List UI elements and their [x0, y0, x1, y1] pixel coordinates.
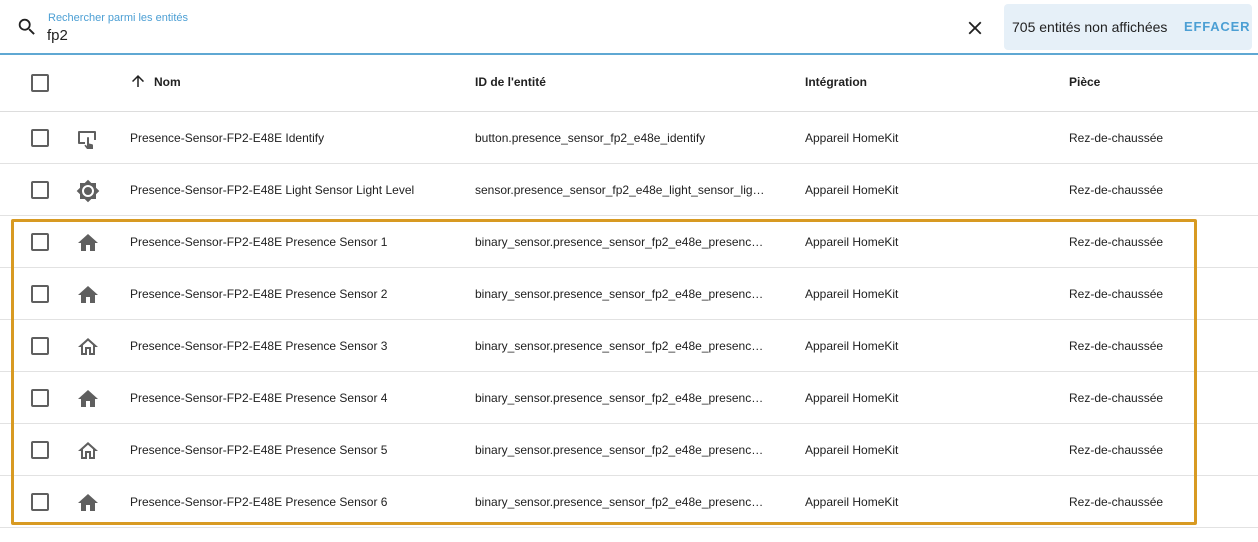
entity-room: Rez-de-chaussée [1069, 131, 1164, 145]
search-bar: Rechercher parmi les entités 705 entités… [0, 0, 1258, 55]
home-filled-icon [76, 491, 100, 515]
entities-page: Rechercher parmi les entités 705 entités… [0, 0, 1258, 542]
table-row[interactable]: Presence-Sensor-FP2-E48E Presence Sensor… [0, 372, 1258, 424]
entity-room: Rez-de-chaussée [1069, 391, 1164, 405]
entity-integration: Appareil HomeKit [805, 287, 899, 301]
clear-filters-button[interactable]: EFFACER [1184, 19, 1250, 34]
entity-id: binary_sensor.presence_sensor_fp2_e48e_p… [475, 391, 764, 405]
entity-id: binary_sensor.presence_sensor_fp2_e48e_p… [475, 339, 764, 353]
entity-name: Presence-Sensor-FP2-E48E Presence Sensor… [130, 495, 388, 509]
row-checkbox[interactable] [31, 181, 49, 199]
column-header-room[interactable]: Pièce [1069, 75, 1100, 89]
entity-name: Presence-Sensor-FP2-E48E Presence Sensor… [130, 235, 388, 249]
row-checkbox[interactable] [31, 233, 49, 251]
entity-room: Rez-de-chaussée [1069, 443, 1164, 457]
entity-room: Rez-de-chaussée [1069, 339, 1164, 353]
entity-room: Rez-de-chaussée [1069, 495, 1164, 509]
entity-name: Presence-Sensor-FP2-E48E Presence Sensor… [130, 391, 388, 405]
entity-id: button.presence_sensor_fp2_e48e_identify [475, 131, 706, 145]
entity-id: binary_sensor.presence_sensor_fp2_e48e_p… [475, 495, 764, 509]
entity-room: Rez-de-chaussée [1069, 287, 1164, 301]
entity-id: sensor.presence_sensor_fp2_e48e_light_se… [475, 183, 765, 197]
table-header: Nom ID de l'entité Intégration Pièce [0, 56, 1258, 112]
column-header-entity-id[interactable]: ID de l'entité [475, 75, 546, 89]
entity-integration: Appareil HomeKit [805, 391, 899, 405]
row-checkbox[interactable] [31, 389, 49, 407]
column-header-name[interactable]: Nom [154, 75, 181, 89]
table-row[interactable]: Presence-Sensor-FP2-E48E Presence Sensor… [0, 476, 1258, 528]
table-row[interactable]: Presence-Sensor-FP2-E48E Identify button.… [0, 112, 1258, 164]
entity-name: Presence-Sensor-FP2-E48E Presence Sensor… [130, 287, 388, 301]
row-checkbox[interactable] [31, 129, 49, 147]
row-checkbox[interactable] [31, 493, 49, 511]
entity-integration: Appareil HomeKit [805, 443, 899, 457]
select-all-checkbox[interactable] [31, 74, 49, 92]
search-label: Rechercher parmi les entités [48, 12, 189, 24]
entity-room: Rez-de-chaussée [1069, 183, 1164, 197]
entity-integration: Appareil HomeKit [805, 235, 899, 249]
entity-id: binary_sensor.presence_sensor_fp2_e48e_p… [475, 443, 764, 457]
home-filled-icon [76, 283, 100, 307]
row-checkbox[interactable] [31, 285, 49, 303]
home-filled-icon [76, 231, 100, 255]
close-icon[interactable] [964, 17, 986, 39]
entity-name: Presence-Sensor-FP2-E48E Presence Sensor… [130, 443, 388, 457]
entity-integration: Appareil HomeKit [805, 495, 899, 509]
hidden-entities-banner: 705 entités non affichées EFFACER [1004, 4, 1252, 50]
table-row[interactable]: Presence-Sensor-FP2-E48E Presence Sensor… [0, 216, 1258, 268]
row-checkbox[interactable] [31, 337, 49, 355]
entity-name: Presence-Sensor-FP2-E48E Light Sensor Li… [130, 183, 415, 197]
table-row[interactable]: Presence-Sensor-FP2-E48E Presence Sensor… [0, 320, 1258, 372]
home-outline-icon [76, 335, 100, 359]
home-filled-icon [76, 387, 100, 411]
row-checkbox[interactable] [31, 441, 49, 459]
entity-id: binary_sensor.presence_sensor_fp2_e48e_p… [475, 287, 764, 301]
table-row[interactable]: Presence-Sensor-FP2-E48E Presence Sensor… [0, 268, 1258, 320]
search-input[interactable] [47, 25, 927, 45]
entity-integration: Appareil HomeKit [805, 339, 899, 353]
home-outline-icon [76, 439, 100, 463]
arrow-up-icon[interactable] [129, 72, 147, 90]
entity-integration: Appareil HomeKit [805, 131, 899, 145]
hidden-entities-count: 705 entités non affichées [1012, 19, 1168, 35]
search-icon [18, 18, 35, 35]
entity-name: Presence-Sensor-FP2-E48E Presence Sensor… [130, 339, 388, 353]
entity-id: binary_sensor.presence_sensor_fp2_e48e_p… [475, 235, 764, 249]
column-header-integration[interactable]: Intégration [805, 75, 867, 89]
brightness-icon [76, 179, 100, 203]
entity-room: Rez-de-chaussée [1069, 235, 1164, 249]
table-row[interactable]: Presence-Sensor-FP2-E48E Light Sensor Li… [0, 164, 1258, 216]
gesture-tap-button-icon [76, 127, 100, 151]
entity-name: Presence-Sensor-FP2-E48E Identify [130, 131, 325, 145]
entity-integration: Appareil HomeKit [805, 183, 899, 197]
table-row[interactable]: Presence-Sensor-FP2-E48E Presence Sensor… [0, 424, 1258, 476]
